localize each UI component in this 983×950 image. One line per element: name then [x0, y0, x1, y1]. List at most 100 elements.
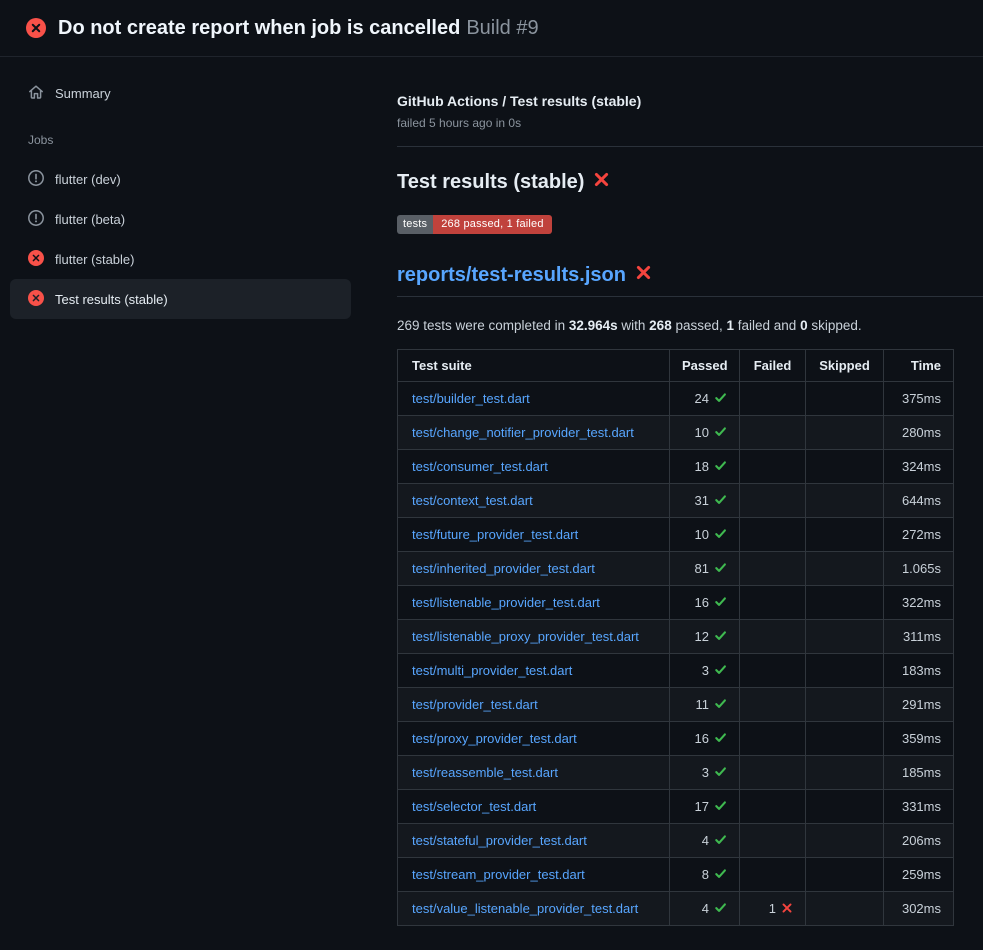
report-title: reports/test-results.json: [397, 264, 983, 297]
failed-x-icon: [635, 264, 652, 287]
check-icon: [714, 663, 727, 679]
failed-cell: [740, 688, 806, 722]
failed-cell: [740, 858, 806, 892]
passed-cell: 16: [670, 586, 740, 620]
skipped-cell: [806, 552, 884, 586]
passed-cell: 81: [670, 552, 740, 586]
check-icon: [714, 629, 727, 645]
sidebar-item-flutter-beta[interactable]: flutter (beta): [10, 199, 351, 239]
suite-link[interactable]: test/value_listenable_provider_test.dart: [412, 901, 638, 916]
failed-cell: [740, 416, 806, 450]
suite-link[interactable]: test/inherited_provider_test.dart: [412, 561, 595, 576]
check-icon: [714, 697, 727, 713]
time-cell: 644ms: [884, 484, 954, 518]
suite-link[interactable]: test/stream_provider_test.dart: [412, 867, 585, 882]
x-icon: [781, 902, 793, 917]
badge-value: 268 passed, 1 failed: [433, 215, 551, 234]
tests-badge: tests 268 passed, 1 failed: [397, 215, 552, 234]
suite-link[interactable]: test/proxy_provider_test.dart: [412, 731, 577, 746]
time-cell: 206ms: [884, 824, 954, 858]
sidebar-item-summary[interactable]: Summary: [10, 77, 351, 109]
passed-cell: 4: [670, 824, 740, 858]
suite-link[interactable]: test/selector_test.dart: [412, 799, 536, 814]
suite-link[interactable]: test/stateful_provider_test.dart: [412, 833, 587, 848]
skipped-cell: [806, 790, 884, 824]
suite-cell: test/multi_provider_test.dart: [398, 654, 670, 688]
report-title-link[interactable]: reports/test-results.json: [397, 264, 626, 287]
check-icon: [714, 595, 727, 611]
table-header-row: Test suite Passed Failed Skipped Time: [398, 350, 954, 382]
failed-cell: [740, 450, 806, 484]
suite-cell: test/context_test.dart: [398, 484, 670, 518]
time-cell: 1.065s: [884, 552, 954, 586]
column-header-test-suite: Test suite: [398, 350, 670, 382]
check-icon: [714, 561, 727, 577]
suite-link[interactable]: test/multi_provider_test.dart: [412, 663, 572, 678]
failed-cell: [740, 518, 806, 552]
skipped-cell: [806, 858, 884, 892]
suite-link[interactable]: test/future_provider_test.dart: [412, 527, 578, 542]
time-cell: 272ms: [884, 518, 954, 552]
page-title: Do not create report when job is cancell…: [58, 17, 539, 40]
results-table-body: test/builder_test.dart 24 375ms test/cha…: [398, 382, 954, 926]
time-cell: 311ms: [884, 620, 954, 654]
sidebar-item-label: flutter (beta): [55, 212, 125, 227]
skipped-cell: [806, 586, 884, 620]
failed-icon: [28, 290, 44, 309]
check-icon: [714, 527, 727, 543]
build-number: Build #9: [466, 17, 538, 39]
suite-link[interactable]: test/context_test.dart: [412, 493, 533, 508]
badge-label: tests: [397, 215, 433, 234]
suite-link[interactable]: test/consumer_test.dart: [412, 459, 548, 474]
failed-x-icon: [593, 171, 610, 194]
passed-cell: 12: [670, 620, 740, 654]
suite-cell: test/value_listenable_provider_test.dart: [398, 892, 670, 926]
sidebar-item-test-results-stable[interactable]: Test results (stable): [10, 279, 351, 319]
check-icon: [714, 731, 727, 747]
suite-link[interactable]: test/builder_test.dart: [412, 391, 530, 406]
results-table: Test suite Passed Failed Skipped Time te…: [397, 349, 954, 926]
suite-link[interactable]: test/provider_test.dart: [412, 697, 538, 712]
check-icon: [714, 459, 727, 475]
column-header-failed: Failed: [740, 350, 806, 382]
failed-icon: [28, 250, 44, 269]
suite-cell: test/stateful_provider_test.dart: [398, 824, 670, 858]
table-row: test/builder_test.dart 24 375ms: [398, 382, 954, 416]
failed-cell: [740, 790, 806, 824]
sidebar-item-flutter-stable[interactable]: flutter (stable): [10, 239, 351, 279]
check-icon: [714, 833, 727, 849]
time-cell: 322ms: [884, 586, 954, 620]
sidebar-item-flutter-dev[interactable]: flutter (dev): [10, 159, 351, 199]
passed-cell: 18: [670, 450, 740, 484]
failed-cell: [740, 756, 806, 790]
failed-cell: [740, 654, 806, 688]
passed-cell: 4: [670, 892, 740, 926]
sidebar-item-label: Summary: [55, 86, 111, 101]
suite-cell: test/consumer_test.dart: [398, 450, 670, 484]
failed-cell: [740, 382, 806, 416]
table-row: test/value_listenable_provider_test.dart…: [398, 892, 954, 926]
top-header: Do not create report when job is cancell…: [0, 0, 983, 57]
passed-cell: 16: [670, 722, 740, 756]
check-icon: [714, 493, 727, 509]
suite-link[interactable]: test/listenable_provider_test.dart: [412, 595, 600, 610]
failed-cell: [740, 586, 806, 620]
sidebar: Summary Jobs flutter (dev) flut: [0, 57, 387, 319]
suite-link[interactable]: test/change_notifier_provider_test.dart: [412, 425, 634, 440]
passed-cell: 10: [670, 518, 740, 552]
check-icon: [714, 765, 727, 781]
time-cell: 324ms: [884, 450, 954, 484]
time-cell: 302ms: [884, 892, 954, 926]
suite-link[interactable]: test/listenable_proxy_provider_test.dart: [412, 629, 639, 644]
passed-cell: 8: [670, 858, 740, 892]
table-row: test/reassemble_test.dart 3 185ms: [398, 756, 954, 790]
sidebar-jobs-heading: Jobs: [10, 133, 387, 147]
suite-link[interactable]: test/reassemble_test.dart: [412, 765, 558, 780]
table-row: test/change_notifier_provider_test.dart …: [398, 416, 954, 450]
failed-cell: [740, 722, 806, 756]
passed-cell: 31: [670, 484, 740, 518]
table-row: test/multi_provider_test.dart 3 183ms: [398, 654, 954, 688]
main-content: GitHub Actions / Test results (stable) f…: [387, 57, 983, 926]
time-cell: 185ms: [884, 756, 954, 790]
time-cell: 331ms: [884, 790, 954, 824]
